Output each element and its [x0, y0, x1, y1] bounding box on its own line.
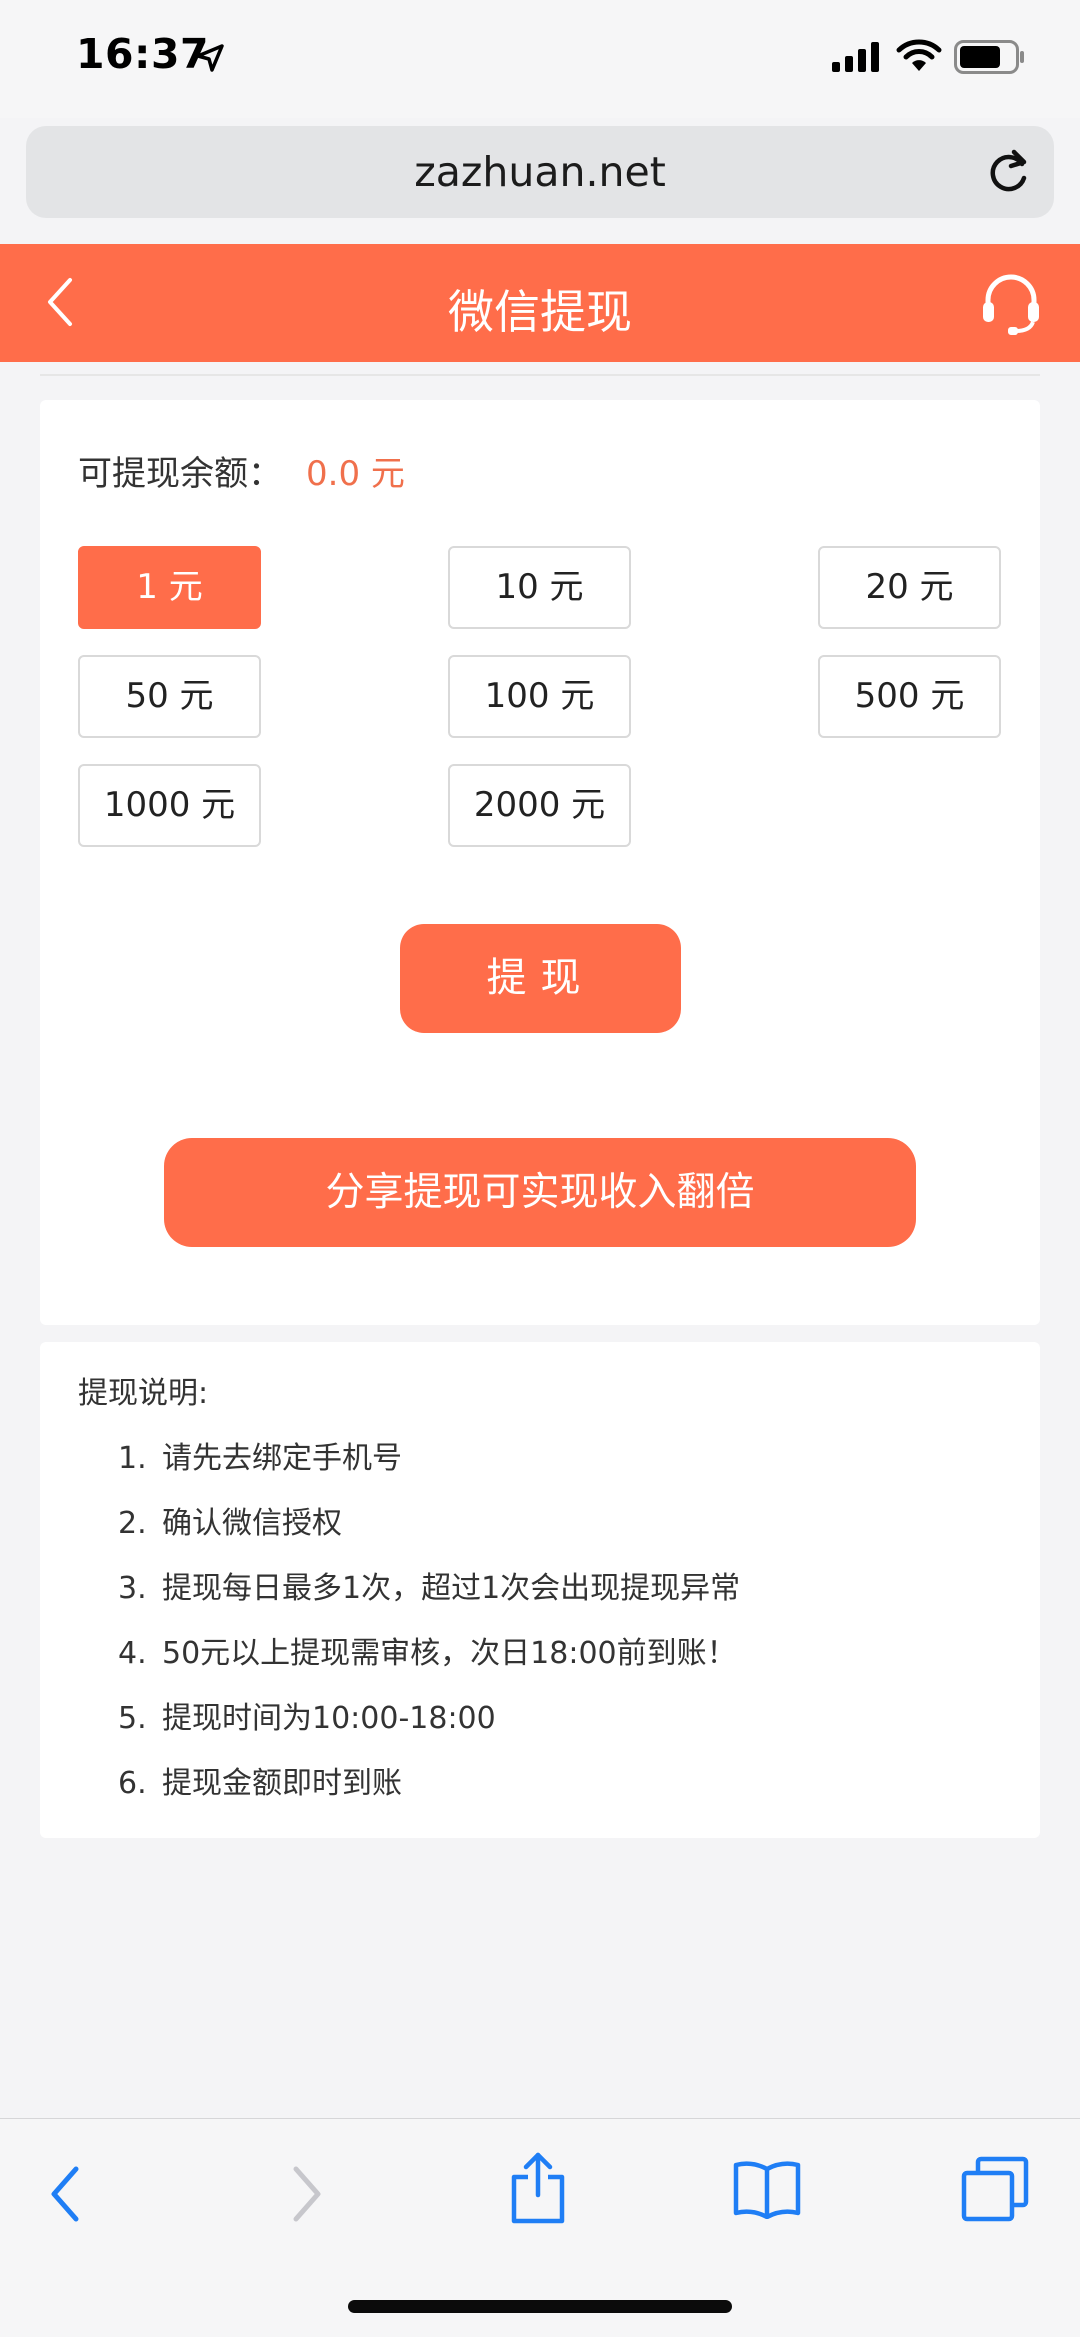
notes-list: 1. 请先去绑定手机号 2. 确认微信授权 3. 提现每日最多1次，超过1次会出现提现…: [118, 1438, 740, 1828]
status-time: 16:37: [76, 30, 210, 78]
status-bar: 16:37: [0, 0, 1080, 118]
list-item-number: 5.: [118, 1701, 147, 1736]
share-icon[interactable]: [508, 2149, 568, 2229]
withdraw-button[interactable]: 提现: [400, 924, 681, 1033]
list-item-number: 2.: [118, 1506, 147, 1541]
amount-option-2000[interactable]: 2000 元: [448, 764, 631, 847]
address-text: zazhuan.net: [414, 148, 666, 196]
forward-icon[interactable]: [286, 2161, 326, 2231]
wifi-icon: [896, 38, 942, 76]
battery-icon: [954, 40, 1026, 78]
balance-label: 可提现余额：: [78, 454, 282, 494]
list-item: 3. 提现每日最多1次，超过1次会出现提现异常: [118, 1568, 740, 1633]
list-item-text: 请先去绑定手机号: [162, 1441, 402, 1476]
bookmarks-icon[interactable]: [732, 2159, 802, 2223]
signal-icon: [832, 42, 882, 76]
amount-option-500[interactable]: 500 元: [818, 655, 1001, 738]
home-indicator: [348, 2300, 732, 2313]
amount-option-20[interactable]: 20 元: [818, 546, 1001, 629]
list-item-number: 4.: [118, 1636, 147, 1671]
address-bar[interactable]: zazhuan.net: [26, 126, 1054, 218]
list-item-number: 6.: [118, 1766, 147, 1801]
list-item-text: 提现金额即时到账: [162, 1766, 402, 1801]
back-icon[interactable]: [46, 2161, 86, 2231]
list-item: 6. 提现金额即时到账: [118, 1763, 740, 1828]
location-arrow-icon: [196, 44, 224, 76]
list-item: 2. 确认微信授权: [118, 1503, 740, 1568]
list-item: 1. 请先去绑定手机号: [118, 1438, 740, 1503]
amount-option-10[interactable]: 10 元: [448, 546, 631, 629]
notes-title: 提现说明:: [78, 1376, 209, 1411]
list-item-text: 50元以上提现需审核，次日18:00前到账！: [162, 1636, 737, 1671]
withdraw-notes-card: 提现说明: 1. 请先去绑定手机号 2. 确认微信授权 3. 提现每日最多1次，超过1…: [40, 1342, 1040, 1838]
list-item: 4. 50元以上提现需审核，次日18:00前到账！: [118, 1633, 740, 1698]
list-item-number: 3.: [118, 1571, 147, 1606]
reload-icon[interactable]: [984, 146, 1032, 200]
amount-option-50[interactable]: 50 元: [78, 655, 261, 738]
balance-value: 0.0 元: [306, 454, 405, 494]
share-withdraw-button[interactable]: 分享提现可实现收入翻倍: [164, 1138, 916, 1247]
list-item-text: 确认微信授权: [162, 1506, 342, 1541]
list-item-text: 提现每日最多1次，超过1次会出现提现异常: [162, 1571, 741, 1606]
list-item: 5. 提现时间为10:00-18:00: [118, 1698, 740, 1763]
header-divider: [40, 374, 1040, 376]
list-item-number: 1.: [118, 1441, 147, 1476]
headset-icon[interactable]: [980, 270, 1042, 340]
amount-option-1000[interactable]: 1000 元: [78, 764, 261, 847]
tabs-icon[interactable]: [960, 2155, 1030, 2227]
list-item-text: 提现时间为10:00-18:00: [162, 1701, 496, 1736]
page-title: 微信提现: [448, 285, 632, 339]
app-header: 微信提现: [0, 244, 1080, 362]
amount-option-100[interactable]: 100 元: [448, 655, 631, 738]
amount-option-1[interactable]: 1 元: [78, 546, 261, 629]
withdraw-card: 可提现余额： 0.0 元 1 元 10 元 20 元 50 元 100 元 50…: [40, 400, 1040, 1325]
